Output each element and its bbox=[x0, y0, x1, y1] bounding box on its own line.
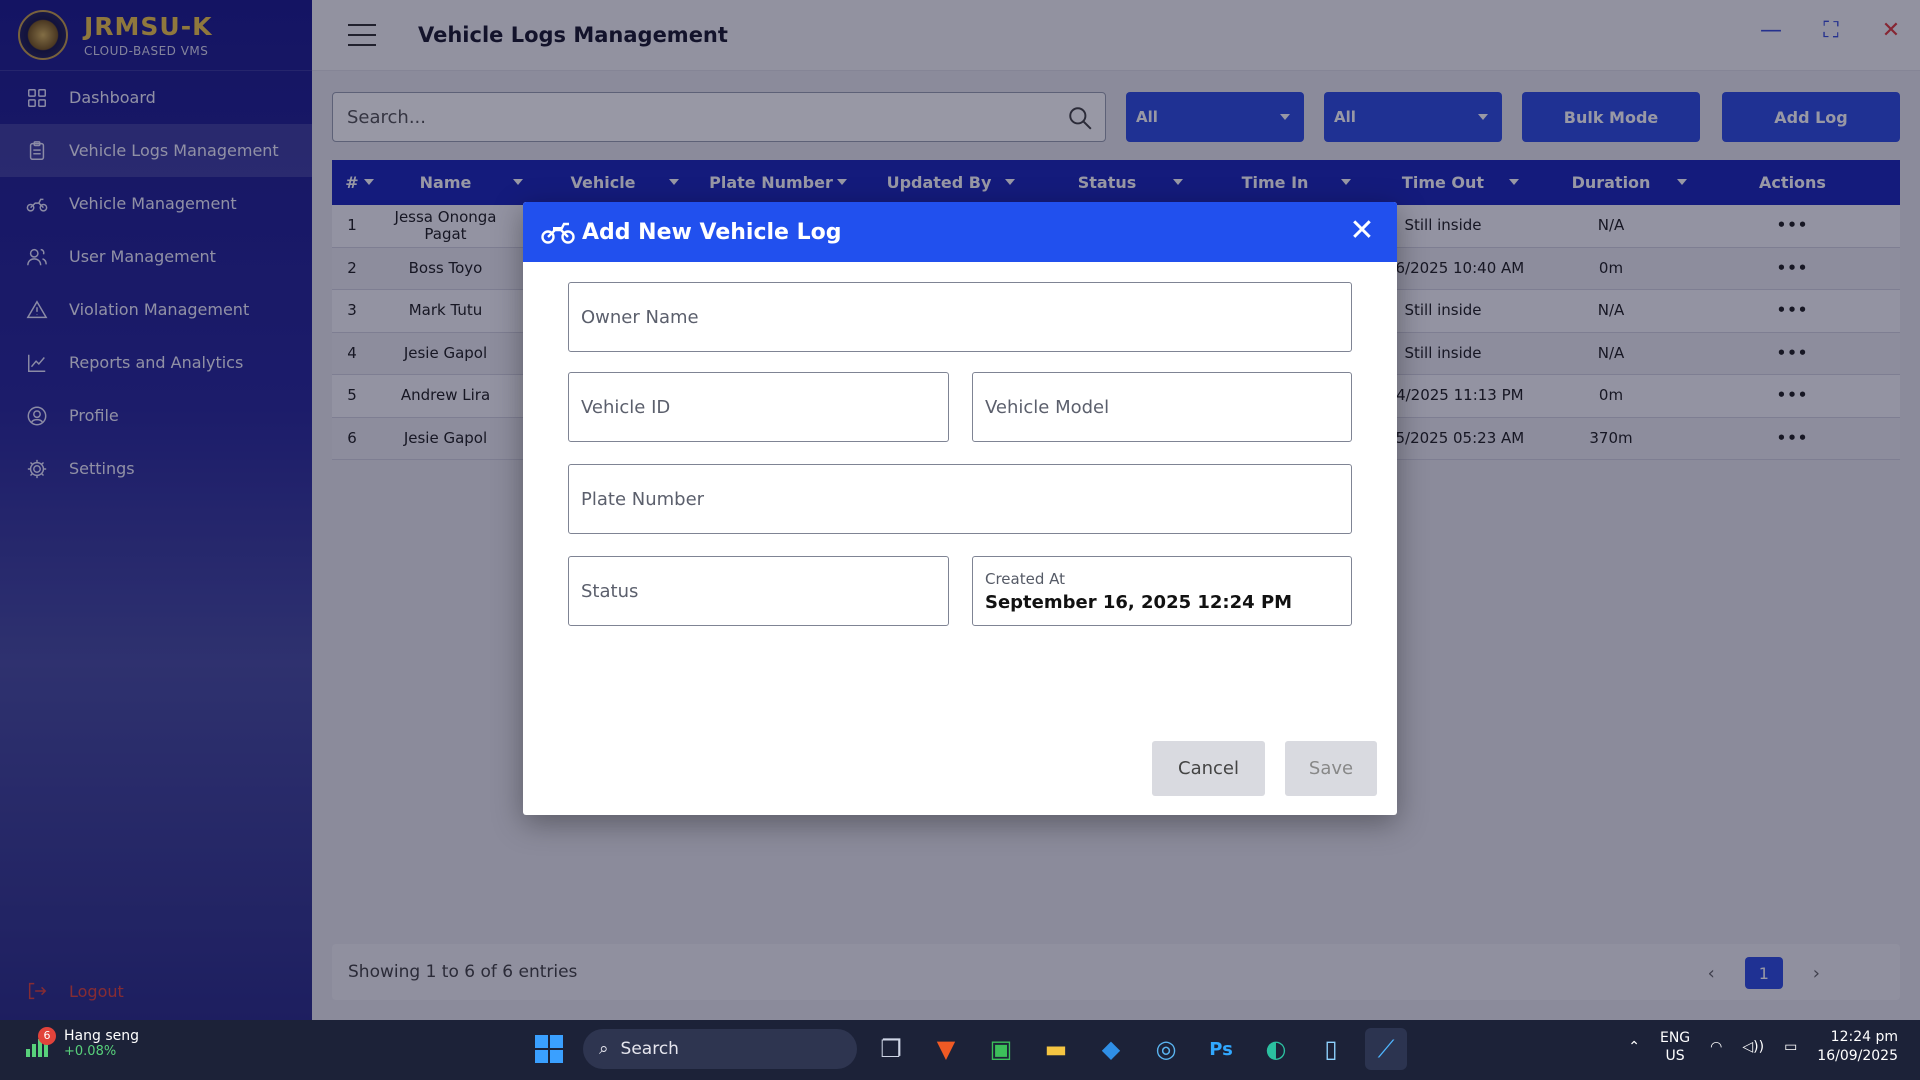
dialog-title: Add New Vehicle Log bbox=[582, 219, 842, 245]
edge-icon[interactable]: ◐ bbox=[1255, 1028, 1297, 1070]
owner-name-placeholder: Owner Name bbox=[581, 306, 699, 328]
status-placeholder: Status bbox=[581, 580, 639, 602]
photoshop-icon[interactable]: Ps bbox=[1200, 1028, 1242, 1070]
clock-time: 12:24 pm bbox=[1830, 1029, 1898, 1045]
task-view-icon[interactable]: ❐ bbox=[870, 1028, 912, 1070]
widget-value: +0.08% bbox=[64, 1044, 117, 1059]
plate-number-placeholder: Plate Number bbox=[581, 488, 705, 510]
taskbar-search[interactable]: ⌕ Search bbox=[583, 1029, 857, 1069]
app-green-icon[interactable]: ▣ bbox=[980, 1028, 1022, 1070]
language-code: ENG bbox=[1659, 1030, 1691, 1046]
close-icon[interactable]: ✕ bbox=[1347, 216, 1377, 246]
vehicle-model-field[interactable]: Vehicle Model bbox=[972, 372, 1352, 442]
widget-name: Hang seng bbox=[64, 1028, 139, 1044]
region-code: US bbox=[1665, 1048, 1685, 1064]
owner-name-field[interactable]: Owner Name bbox=[568, 282, 1352, 352]
system-tray: ⌃ ENG US ◠ ◁)) ▭ 12:24 pm 16/09/2025 bbox=[1628, 1028, 1898, 1066]
created-at-value: September 16, 2025 12:24 PM bbox=[985, 591, 1293, 613]
plate-number-field[interactable]: Plate Number bbox=[568, 464, 1352, 534]
notification-badge: 6 bbox=[38, 1026, 56, 1045]
browser-app-icon[interactable]: ◎ bbox=[1145, 1028, 1187, 1070]
vscode-icon[interactable]: ◆ bbox=[1090, 1028, 1132, 1070]
battery-icon[interactable]: ▭ bbox=[1784, 1039, 1797, 1055]
volume-icon[interactable]: ◁)) bbox=[1742, 1039, 1764, 1055]
chevron-up-icon[interactable]: ⌃ bbox=[1628, 1039, 1640, 1055]
file-explorer-icon[interactable]: ▬ bbox=[1035, 1028, 1077, 1070]
created-at-label: Created At bbox=[985, 569, 1066, 588]
created-at-field: Created At September 16, 2025 12:24 PM bbox=[972, 556, 1352, 626]
clock-date: 16/09/2025 bbox=[1817, 1048, 1898, 1064]
add-vehicle-log-dialog: Add New Vehicle Log ✕ Owner Name Vehicle… bbox=[523, 202, 1397, 815]
cancel-button[interactable]: Cancel bbox=[1152, 741, 1265, 796]
brave-browser-icon[interactable]: ▼ bbox=[925, 1028, 967, 1070]
flutter-icon[interactable]: ⟋ bbox=[1365, 1028, 1407, 1070]
dialog-header: Add New Vehicle Log ✕ bbox=[523, 202, 1397, 262]
status-field[interactable]: Status bbox=[568, 556, 949, 626]
language-indicator[interactable]: ENG US bbox=[1660, 1029, 1690, 1065]
app-window: JRMSU-K CLOUD-BASED VMS Dashboard Vehicl… bbox=[0, 0, 1920, 1020]
taskbar: 6 Hang seng +0.08% ⌕ Search ❐ ▼ ▣ ▬ ◆ ◎ … bbox=[0, 1020, 1920, 1080]
taskbar-apps: ⌕ Search ❐ ▼ ▣ ▬ ◆ ◎ Ps ◐ ▯ ⟋ bbox=[528, 1028, 1407, 1070]
save-button[interactable]: Save bbox=[1285, 741, 1377, 796]
stock-chart-icon: 6 bbox=[24, 1026, 56, 1059]
vehicle-model-placeholder: Vehicle Model bbox=[985, 396, 1110, 418]
clock[interactable]: 12:24 pm 16/09/2025 bbox=[1817, 1028, 1898, 1066]
phone-app-icon[interactable]: ▯ bbox=[1310, 1028, 1352, 1070]
stock-widget[interactable]: 6 Hang seng +0.08% bbox=[24, 1026, 139, 1059]
vehicle-id-field[interactable]: Vehicle ID bbox=[568, 372, 949, 442]
windows-start-icon[interactable] bbox=[528, 1028, 570, 1070]
vehicle-id-placeholder: Vehicle ID bbox=[581, 396, 671, 418]
taskbar-search-label: Search bbox=[620, 1039, 679, 1059]
search-icon: ⌕ bbox=[599, 1039, 609, 1059]
motorcycle-icon bbox=[541, 222, 575, 244]
wifi-icon[interactable]: ◠ bbox=[1710, 1039, 1722, 1055]
